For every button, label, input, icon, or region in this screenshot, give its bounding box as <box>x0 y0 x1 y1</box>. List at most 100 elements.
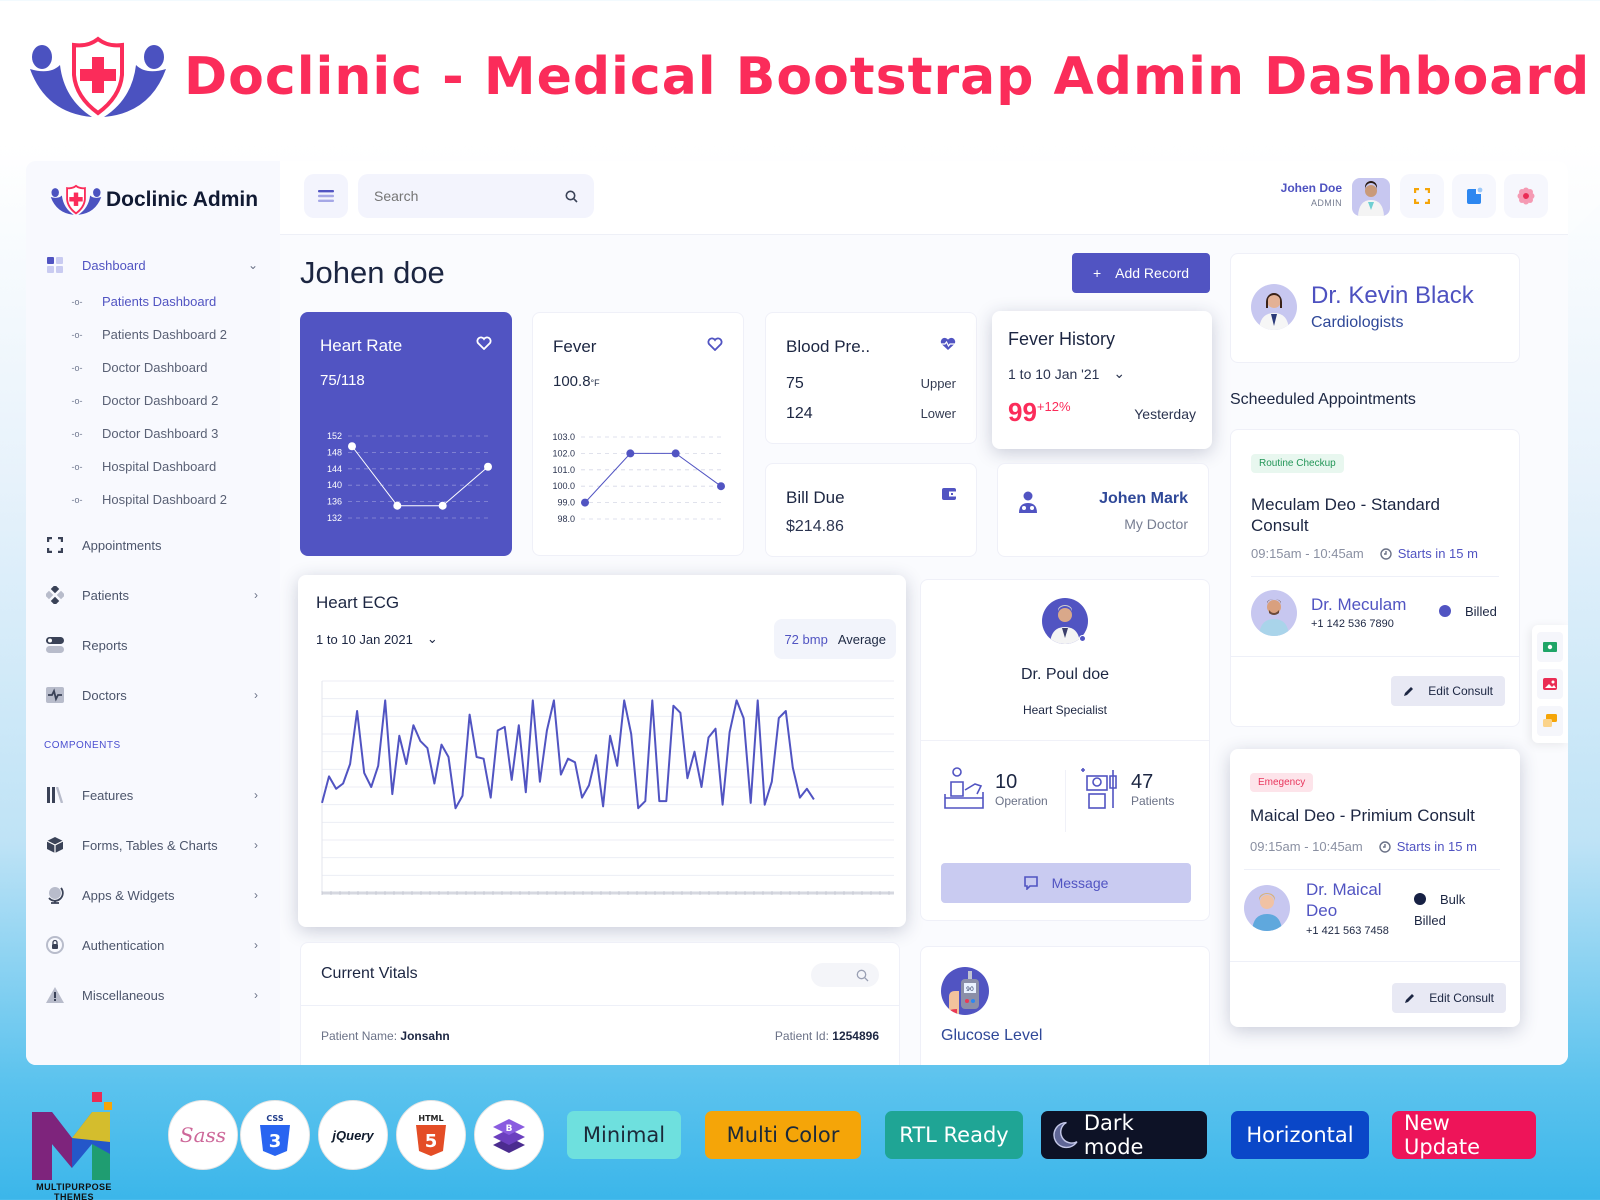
money-icon[interactable] <box>1537 632 1563 663</box>
sass-logo-icon: Sass <box>179 1123 227 1147</box>
sidebar-subitem-doctor-dashboard[interactable]: -o- Doctor Dashboard <box>26 351 286 384</box>
user-avatar[interactable] <box>1352 178 1390 216</box>
pill-label: New Update <box>1404 1111 1481 1159</box>
notifications-button[interactable] <box>1452 174 1496 218</box>
sidebar-item-forms-tables-charts[interactable]: Forms, Tables & Charts › <box>26 820 286 870</box>
message-button[interactable]: Message <box>941 863 1191 903</box>
patients-label: Patients <box>1131 793 1175 808</box>
card-title: Fever History <box>1008 329 1116 349</box>
svg-text:3: 3 <box>269 1131 282 1152</box>
fever-unit: °F <box>590 378 600 388</box>
chevron-down-icon: ⌄ <box>1113 365 1126 381</box>
appointment-time-row: 09:15am - 10:45am Starts in 15 m <box>1250 839 1506 854</box>
sidebar-item-apps-widgets[interactable]: Apps & Widgets › <box>26 870 286 920</box>
chevron-right-icon: › <box>254 588 258 602</box>
date-range-dropdown[interactable]: 1 to 10 Jan '21 ⌄ <box>1008 365 1125 382</box>
appointment-card: Routine Checkup Meculam Deo - Standard C… <box>1230 429 1520 727</box>
clock-icon <box>1379 840 1391 853</box>
image-icon[interactable] <box>1537 668 1563 699</box>
sidebar-brand[interactable]: Doclinic Admin <box>50 183 258 217</box>
wallet-icon <box>942 488 956 500</box>
doctor-profile-card: Dr. Poul doe Heart Specialist 10 Operati… <box>920 579 1210 921</box>
sidebar-item-miscellaneous[interactable]: Miscellaneous › <box>26 970 286 1020</box>
divider <box>1230 961 1520 962</box>
edit-consult-button[interactable]: Edit Consult <box>1391 676 1505 706</box>
sidebar-subitem-patients-dashboard-2[interactable]: -o- Patients Dashboard 2 <box>26 318 286 351</box>
ecg-date-range-dropdown[interactable]: 1 to 10 Jan 2021 ⌄ <box>316 631 438 647</box>
heart-outline-icon[interactable] <box>476 336 492 350</box>
sidebar-subitem-hospital-dashboard[interactable]: -o- Hospital Dashboard <box>26 450 286 483</box>
patients-stat: 47 Patients <box>1077 766 1174 812</box>
svg-text:CSS: CSS <box>266 1114 283 1123</box>
appointment-doctor-avatar[interactable] <box>1244 885 1290 931</box>
featured-doctor-name[interactable]: Dr. Kevin Black <box>1311 282 1474 310</box>
fever-chart: 98.0 99.0 100.0 101.0 102.0 103.0 <box>552 432 725 524</box>
fullscreen-button[interactable] <box>1400 174 1444 218</box>
patient-id-label: Patient Id: <box>774 1029 829 1043</box>
user-info[interactable]: Johen Doe ADMIN <box>1281 181 1342 208</box>
operations-label: Operation <box>995 793 1048 808</box>
appointment-billing: Billed <box>1439 604 1497 619</box>
sidebar-item-label: Appointments <box>82 537 162 553</box>
sidebar-item-label: Doctors <box>82 687 127 703</box>
sidebar-subitem-patients-dashboard[interactable]: -o- Patients Dashboard <box>26 285 286 318</box>
billing-dot <box>1414 893 1426 905</box>
y-tick-label: 99.0 <box>557 498 575 508</box>
sidebar-item-reports[interactable]: Reports <box>26 620 286 670</box>
edit-consult-label: Edit Consult <box>1428 684 1493 698</box>
patient-info-row: Patient Name: Jonsahn Patient Id: 125489… <box>321 1029 879 1043</box>
sidebar-subitem-hospital-dashboard-2[interactable]: -o- Hospital Dashboard 2 <box>26 483 286 516</box>
circle-bullet-icon: -o- <box>71 296 83 307</box>
fever-history-period: Yesterday <box>1134 406 1196 422</box>
vitals-search-button[interactable] <box>811 963 879 987</box>
patient-id-field: Patient Id: 1254896 <box>775 1029 879 1043</box>
sidebar-subitem-label: Doctor Dashboard <box>102 360 208 375</box>
multipurpose-label: MULTIPURPOSE THEMES <box>36 1182 112 1200</box>
ecg-average-value: 72 bmp <box>784 631 828 647</box>
appointment-doctor-name[interactable]: Dr. Maical Deo <box>1306 879 1406 922</box>
chat-icon[interactable] <box>1537 705 1563 736</box>
search-icon[interactable] <box>565 190 578 203</box>
data-point <box>671 449 680 458</box>
billing-dot <box>1439 605 1451 617</box>
sidebar-item-patients[interactable]: Patients › <box>26 570 286 620</box>
add-record-button[interactable]: + Add Record <box>1072 253 1210 293</box>
operations-value: 10 <box>995 770 1018 793</box>
edit-consult-button[interactable]: Edit Consult <box>1392 983 1506 1013</box>
sidebar-item-authentication[interactable]: Authentication › <box>26 920 286 970</box>
featured-doctor-avatar[interactable] <box>1251 284 1297 330</box>
search-input[interactable] <box>374 188 565 204</box>
card-title: Fever <box>553 337 597 356</box>
sidebar-subitem-label: Hospital Dashboard 2 <box>102 492 228 507</box>
dashboard-submenu: -o- Patients Dashboard -o- Patients Dashbo… <box>26 285 286 516</box>
svg-text:HTML: HTML <box>418 1114 443 1123</box>
settings-button[interactable] <box>1504 174 1548 218</box>
sidebar-item-doctors[interactable]: Doctors › <box>26 670 286 720</box>
ecg-chart <box>321 680 894 895</box>
my-doctor-card[interactable]: Johen Mark My Doctor <box>997 463 1209 557</box>
sidebar-item-features[interactable]: Features › <box>26 770 286 820</box>
topbar: Johen Doe ADMIN <box>280 161 1568 235</box>
add-record-label: Add Record <box>1115 265 1190 281</box>
patient-bed-icon <box>1081 768 1117 809</box>
edit-consult-label: Edit Consult <box>1429 991 1494 1005</box>
sidebar-item-appointments[interactable]: Appointments <box>26 520 286 570</box>
chevron-right-icon: › <box>254 788 258 802</box>
sidebar-brand-name: Doclinic Admin <box>106 188 259 211</box>
dark-mode-pill: Dark mode <box>1041 1111 1207 1159</box>
featured-doctor-specialty: Cardiologists <box>1311 314 1404 331</box>
doctor-icon <box>1019 491 1037 513</box>
heart-rate-card: Heart Rate 75/118 132 136 140 144 148 152 <box>300 312 512 556</box>
glucose-title: Glucose Level <box>941 1027 1043 1044</box>
patient-name-field: Patient Name: Jonsahn <box>321 1029 450 1043</box>
appointment-doctor-avatar[interactable] <box>1251 590 1297 636</box>
sidebar-subitem-doctor-dashboard-3[interactable]: -o- Doctor Dashboard 3 <box>26 417 286 450</box>
appointment-doctor-name[interactable]: Dr. Meculam <box>1311 594 1406 615</box>
sidebar-item-dashboard[interactable]: Dashboard ⌄ <box>26 245 286 285</box>
menu-toggle-button[interactable] <box>304 174 348 218</box>
sidebar-subitem-doctor-dashboard-2[interactable]: -o- Doctor Dashboard 2 <box>26 384 286 417</box>
y-tick-label: 98.0 <box>557 514 575 524</box>
sidebar-item-label: Authentication <box>82 937 165 953</box>
pulse-monitor-icon <box>46 686 64 704</box>
heart-outline-icon[interactable] <box>707 337 723 351</box>
